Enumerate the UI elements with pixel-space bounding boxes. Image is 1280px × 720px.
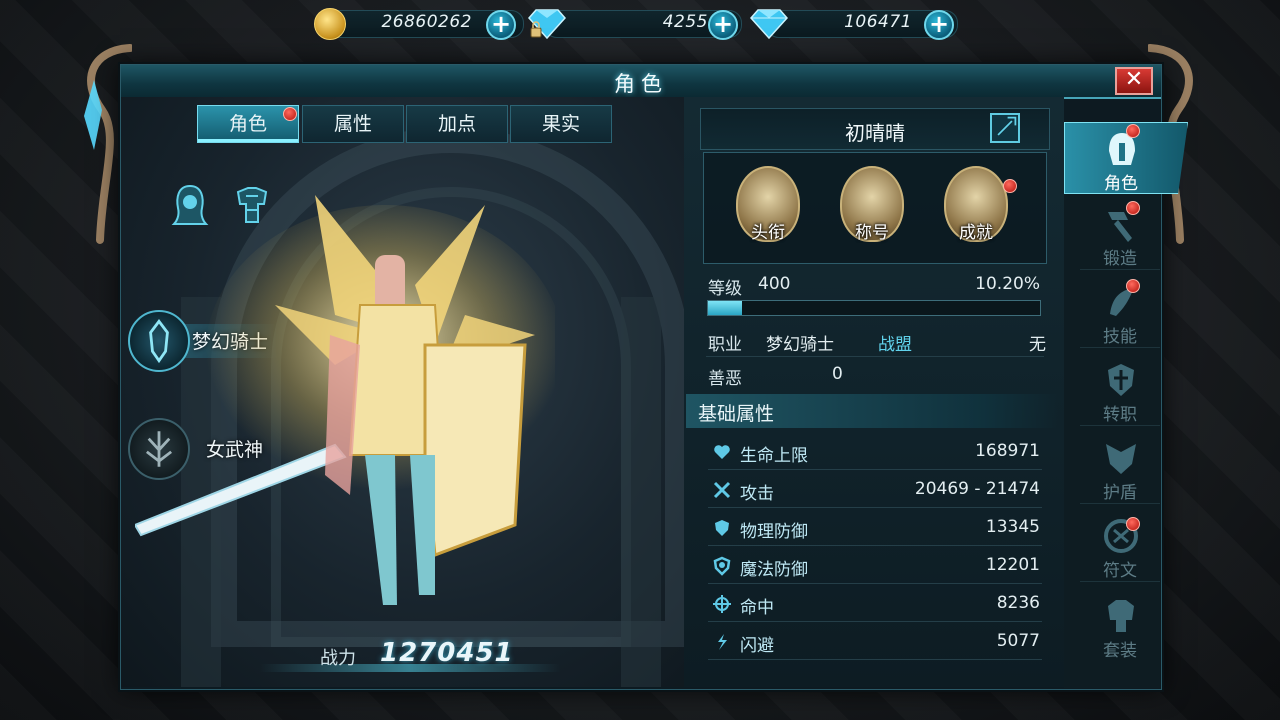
character-model[interactable] bbox=[135, 195, 555, 615]
shield-icon bbox=[715, 520, 729, 536]
nav-class-change[interactable]: 转职 bbox=[1080, 354, 1160, 426]
add-gold-button[interactable]: + bbox=[486, 10, 516, 40]
add-diamond-button[interactable]: + bbox=[924, 10, 954, 40]
attribute-row-magic-defense: 魔法防御 12201 bbox=[708, 548, 1042, 584]
badge-label: 头衔 bbox=[751, 223, 785, 243]
diamond-icon bbox=[750, 9, 788, 40]
diamond-amount: 106471 bbox=[844, 12, 912, 32]
alliance-value: 无 bbox=[1029, 335, 1046, 355]
nav-armor-set[interactable]: 套装 bbox=[1080, 590, 1160, 662]
badge-nickname[interactable]: 称号 bbox=[834, 166, 910, 250]
nav-runes-notification-dot bbox=[1126, 517, 1140, 531]
guard-icon bbox=[1106, 444, 1136, 474]
gold-amount: 26860262 bbox=[381, 12, 472, 32]
attribute-name: 生命上限 bbox=[740, 446, 808, 466]
nav-label: 技能 bbox=[1103, 327, 1137, 347]
karma-label: 善恶 bbox=[708, 369, 742, 389]
job-value: 梦幻骑士 bbox=[766, 335, 834, 355]
power-value: 1270451 bbox=[380, 638, 514, 668]
attribute-value: 12201 bbox=[985, 555, 1040, 575]
add-bound-diamond-button[interactable]: + bbox=[708, 10, 738, 40]
basic-attributes-header: 基础属性 bbox=[686, 394, 1058, 428]
armor-set-icon bbox=[1108, 600, 1134, 632]
exp-progress-fill bbox=[708, 301, 742, 315]
job-label: 职业 bbox=[708, 335, 742, 355]
nav-label: 护盾 bbox=[1103, 483, 1137, 503]
attribute-value: 13345 bbox=[985, 517, 1040, 537]
section-title: 基础属性 bbox=[698, 403, 775, 425]
nav-label: 转职 bbox=[1103, 405, 1137, 425]
class-change-icon bbox=[1108, 364, 1134, 396]
nav-label: 锻造 bbox=[1103, 249, 1137, 269]
window-titlebar: 角色 ✕ bbox=[121, 65, 1161, 99]
nav-skills-notification-dot bbox=[1126, 279, 1140, 293]
combat-power: 战力 1270451 bbox=[260, 636, 560, 676]
attribute-value: 5077 bbox=[996, 631, 1040, 651]
currency-bar: 26860262 + 4255 + 106471 + bbox=[312, 4, 960, 40]
badge-label: 成就 bbox=[959, 223, 993, 243]
edit-name-button[interactable] bbox=[990, 113, 1020, 143]
nav-guard[interactable]: 护盾 bbox=[1080, 432, 1160, 504]
gold-currency: 26860262 + bbox=[312, 4, 530, 40]
level-label: 等级 bbox=[708, 279, 742, 299]
bound-diamond-currency: 4255 + bbox=[528, 4, 748, 40]
tab-add-points[interactable]: 加点 bbox=[406, 105, 508, 143]
badge-title[interactable]: 头衔 bbox=[730, 166, 806, 250]
attribute-name: 命中 bbox=[740, 598, 774, 618]
nav-label: 符文 bbox=[1103, 561, 1137, 581]
attribute-row-hp: 生命上限 168971 bbox=[708, 434, 1042, 470]
power-label: 战力 bbox=[320, 648, 356, 669]
tab-character-notification-dot bbox=[283, 107, 297, 121]
badge-label: 称号 bbox=[855, 223, 889, 243]
tab-fruits[interactable]: 果实 bbox=[510, 105, 612, 143]
karma-value: 0 bbox=[832, 364, 843, 384]
badge-achievement[interactable]: 成就 bbox=[938, 166, 1014, 250]
attribute-value: 8236 bbox=[996, 593, 1040, 613]
crosshair-icon bbox=[713, 595, 731, 613]
magic-shield-icon bbox=[713, 556, 731, 576]
diamond-currency: 106471 + bbox=[750, 4, 960, 40]
level-value: 400 bbox=[758, 274, 791, 294]
attribute-name: 攻击 bbox=[740, 484, 774, 504]
nav-forge-notification-dot bbox=[1126, 201, 1140, 215]
heart-icon bbox=[714, 445, 730, 459]
attribute-name: 物理防御 bbox=[740, 522, 808, 542]
nav-forge[interactable]: 锻造 bbox=[1080, 198, 1160, 270]
attribute-name: 魔法防御 bbox=[740, 560, 808, 580]
tab-attributes[interactable]: 属性 bbox=[302, 105, 404, 143]
attribute-value: 20469 - 21474 bbox=[914, 479, 1040, 499]
nav-label: 角色 bbox=[1104, 174, 1138, 194]
attribute-row-dodge: 闪避 5077 bbox=[708, 624, 1042, 660]
alliance-label: 战盟 bbox=[878, 335, 912, 355]
bound-diamond-amount: 4255 bbox=[662, 12, 708, 32]
attribute-name: 闪避 bbox=[740, 636, 774, 656]
nav-label: 套装 bbox=[1103, 641, 1137, 661]
nav-runes[interactable]: 符文 bbox=[1080, 510, 1160, 582]
locked-diamond-icon bbox=[528, 9, 566, 40]
attribute-row-physical-defense: 物理防御 13345 bbox=[708, 510, 1042, 546]
attribute-row-accuracy: 命中 8236 bbox=[708, 586, 1042, 622]
attribute-row-attack: 攻击 20469 - 21474 bbox=[708, 472, 1042, 508]
nav-skills[interactable]: 技能 bbox=[1080, 276, 1160, 348]
nav-character-notification-dot bbox=[1126, 124, 1140, 138]
exp-progress-bar bbox=[707, 300, 1041, 316]
gold-coin-icon bbox=[314, 8, 346, 40]
achievement-notification-dot bbox=[1003, 179, 1017, 193]
exp-percent: 10.20% bbox=[975, 274, 1040, 294]
dodge-icon bbox=[718, 634, 727, 650]
window-title: 角色 bbox=[614, 72, 668, 96]
close-button[interactable]: ✕ bbox=[1115, 67, 1153, 95]
crossed-swords-icon bbox=[713, 481, 731, 499]
attribute-value: 168971 bbox=[975, 441, 1040, 461]
